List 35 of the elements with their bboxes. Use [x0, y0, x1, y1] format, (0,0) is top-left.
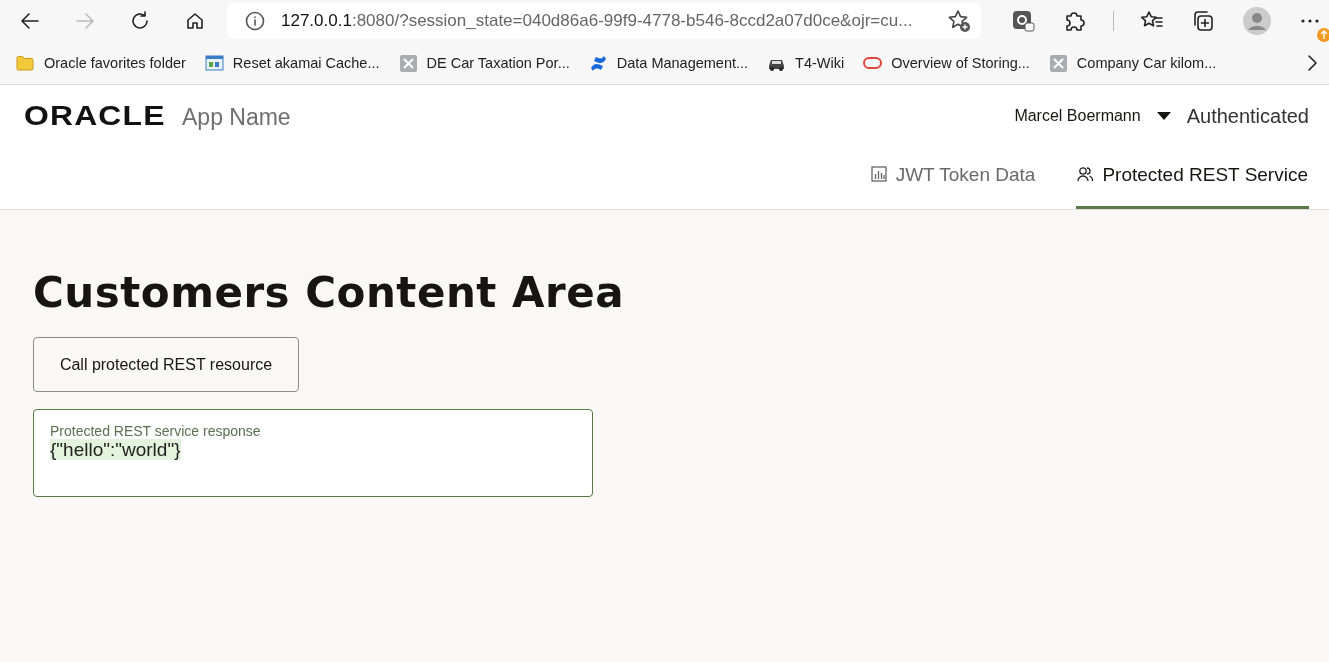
extension-badge-icon[interactable]	[1011, 9, 1035, 33]
bookmark[interactable]: Oracle favorites folder	[16, 53, 186, 73]
bookmark[interactable]: Reset akamai Cache...	[204, 53, 380, 73]
nav-tab[interactable]: JWT Token Data	[869, 147, 1037, 209]
chevron-right-icon[interactable]	[1305, 53, 1319, 73]
caret-down-icon[interactable]	[1156, 112, 1171, 120]
logo: ORACLE	[24, 100, 166, 132]
folder-icon	[16, 53, 35, 73]
bookmark[interactable]: Overview of Storing...	[863, 53, 1030, 73]
back-icon[interactable]	[20, 11, 40, 31]
field-label: Protected REST service response	[50, 423, 262, 439]
response-value: {"hello":"world"}	[50, 439, 181, 460]
reload-icon[interactable]	[130, 11, 150, 31]
cross-tile-icon	[398, 53, 418, 73]
app-name: App Name	[182, 103, 291, 131]
auth-status: Authenticated	[1186, 104, 1309, 128]
home-icon[interactable]	[185, 11, 205, 31]
add-favorite-icon[interactable]	[947, 9, 971, 33]
page-title: Customers Content Area	[33, 268, 626, 317]
cross-tile-icon	[1048, 53, 1068, 73]
bookmark[interactable]: Data Management...	[588, 53, 749, 73]
webpage-icon	[204, 53, 224, 73]
profile-icon[interactable]	[1242, 6, 1273, 36]
info-icon[interactable]	[245, 11, 265, 31]
url-text: 127.0.0.1:8080/?session_state=040d86a6-99f9-4778-b546-8ccd2a07d0ce&ojr=cu...	[281, 11, 913, 31]
nav-tab[interactable]: Protected REST Service	[1076, 147, 1309, 209]
user-menu[interactable]: Marcel Boermann	[1014, 107, 1141, 125]
address-bar[interactable]: 127.0.0.1:8080/?session_state=040d86a6-99f9-4778-b546-8ccd2a07d0ce&ojr=cu...	[227, 3, 981, 39]
bookmark[interactable]: DE Car Taxation Por...	[398, 53, 570, 73]
bookmark[interactable]: T4-Wiki	[767, 53, 845, 73]
people-icon	[1077, 166, 1095, 183]
bar-chart-icon	[870, 166, 888, 183]
call-button[interactable]: Call protected REST resource	[33, 337, 299, 392]
bookmark[interactable]: Company Car kilom...	[1048, 53, 1217, 73]
collections-icon[interactable]	[1191, 9, 1216, 33]
